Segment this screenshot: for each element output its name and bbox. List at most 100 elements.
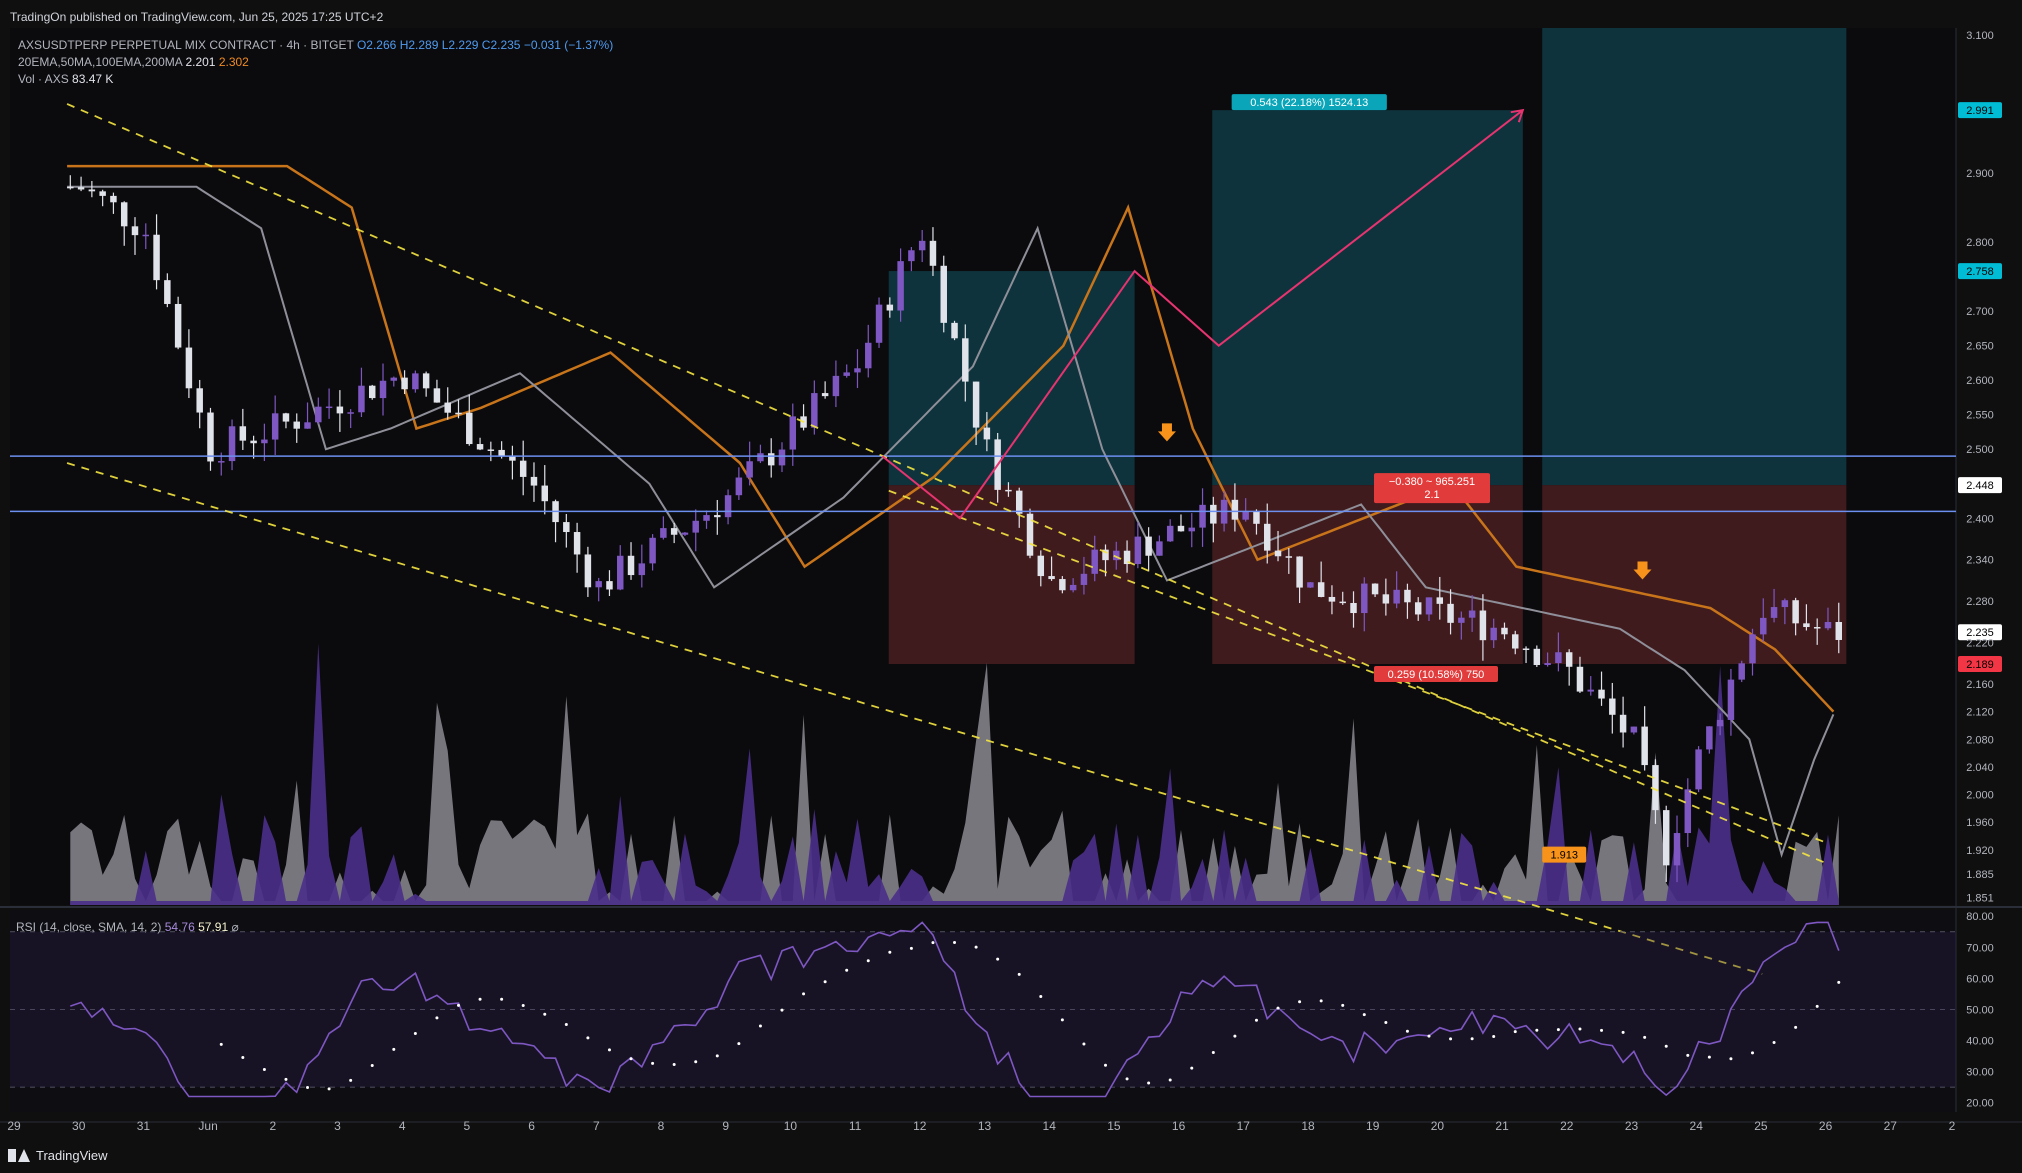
candle-body	[1328, 596, 1336, 602]
candle-body	[681, 532, 689, 535]
price-badge-text: 2.189	[1966, 659, 1994, 671]
rsi-ma-dot	[1341, 1003, 1345, 1007]
candle-body	[1005, 489, 1012, 492]
price-badge-text: 2.448	[1966, 480, 1994, 492]
rsi-ma-dot	[1707, 1055, 1711, 1059]
rsi-ma-dot	[1513, 1030, 1517, 1034]
candle-body	[1781, 600, 1789, 608]
time-tick-label: 26	[1819, 1119, 1833, 1133]
price-tick-label: 2.080	[1966, 734, 1994, 746]
candle-body	[1522, 648, 1530, 651]
candle-body	[1803, 623, 1810, 628]
candle-body	[282, 413, 290, 422]
volume-value: 83.47 K	[72, 72, 114, 86]
time-tick-label: 19	[1366, 1119, 1380, 1133]
rsi-ma-dot	[1405, 1029, 1409, 1033]
price-tick-label: 2.000	[1966, 790, 1994, 802]
candle-body	[843, 372, 850, 376]
candle-body	[1544, 663, 1551, 666]
price-tick-label: 2.500	[1966, 444, 1994, 456]
time-tick-label: 27	[1884, 1119, 1898, 1133]
candle-body	[1188, 527, 1195, 532]
rsi-ma-dot	[931, 941, 935, 945]
candle-body	[918, 240, 926, 251]
candle-body	[390, 377, 398, 381]
rsi-ma-dot	[909, 946, 913, 950]
price-tick-label: 1.960	[1966, 817, 1994, 829]
rsi-ma-dot	[1794, 1025, 1798, 1029]
ohlc-change: −0.031 (−1.37%)	[523, 38, 614, 52]
rsi-ma-dot	[500, 997, 504, 1001]
candle-body	[1231, 499, 1239, 520]
candle-body	[563, 522, 570, 533]
candle-body	[466, 412, 473, 445]
candle-body	[444, 402, 451, 413]
ema-label: 20EMA,50MA,100EMA,200MA	[18, 55, 183, 69]
tradingview-footer[interactable]: TradingView	[8, 1148, 108, 1163]
rsi-ma-dot	[564, 1023, 568, 1027]
candle-body	[606, 581, 613, 590]
candle-body	[627, 555, 635, 576]
rsi-ma-dot	[1125, 1077, 1129, 1081]
rsi-legend: RSI (14, close, SMA, 14, 2) 54.76 57.91 …	[16, 920, 239, 934]
candle-body	[88, 189, 96, 192]
candle-body	[131, 226, 139, 236]
candle-body	[67, 186, 74, 189]
candle-body	[1166, 525, 1174, 542]
rsi-tick-label: 20.00	[1966, 1098, 1994, 1110]
candle-body	[778, 449, 786, 466]
chart-canvas[interactable]: 0.543 (22.18%) 1524.13−0.380 ~ 965.2512.…	[0, 0, 2022, 1173]
publish-line: TradingOn published on TradingView.com, …	[10, 10, 384, 24]
price-tick-label: 2.040	[1966, 762, 1994, 774]
time-tick-label: 16	[1172, 1119, 1186, 1133]
rsi-tick-label: 60.00	[1966, 973, 1994, 985]
candle-body	[1393, 589, 1400, 604]
rsi-ma-dot	[629, 1057, 633, 1061]
rsi-ma-dot	[1664, 1044, 1668, 1048]
time-tick-label: 6	[528, 1119, 535, 1133]
rsi-label: RSI (14, close, SMA, 14, 2)	[16, 920, 162, 934]
rsi-ma-dot	[780, 1008, 784, 1012]
candle-body	[1285, 556, 1293, 558]
price-tick-label: 2.340	[1966, 555, 1994, 567]
candle-body	[1684, 789, 1692, 834]
candle-body	[746, 461, 753, 478]
rsi-ma-dot	[1017, 972, 1021, 976]
low-label: 1.913	[1542, 846, 1587, 863]
candle-body	[670, 528, 678, 535]
candle-body	[379, 380, 387, 399]
rsi-ma-dot	[1492, 1034, 1496, 1038]
candle-body	[692, 520, 699, 533]
candle-body	[1609, 698, 1616, 715]
price-tick-label: 2.220	[1966, 638, 1994, 650]
rsi-ma-dot	[974, 945, 978, 949]
rsi-pane: 80.00 70.00 60.00 50.00 40.00 30.00 20.00	[10, 911, 1994, 1110]
candle-body	[1533, 648, 1541, 666]
time-tick-label: 21	[1495, 1119, 1509, 1133]
candle-body	[972, 381, 980, 428]
candle-body	[1792, 600, 1799, 624]
candle-body	[304, 422, 311, 429]
price-tick-label: 2.160	[1966, 679, 1994, 691]
candle-body	[897, 261, 904, 311]
symbol-legend: AXSUSDTPERP PERPETUAL MIX CONTRACT · 4h …	[18, 38, 613, 52]
candle-body	[422, 373, 430, 389]
candle-body	[1307, 582, 1314, 588]
candle-body	[1716, 719, 1724, 727]
stop-label: −0.380 ~ 965.2512.1	[1374, 473, 1490, 504]
candle-body	[1037, 555, 1045, 577]
candle-body	[1749, 634, 1756, 664]
candle-body	[530, 476, 538, 486]
rsi-ma-dot	[1556, 1028, 1560, 1032]
rsi-ma-dot	[1837, 980, 1841, 984]
footer-text: TradingView	[36, 1148, 108, 1163]
rsi-band-fill	[10, 931, 1956, 1088]
candle-body	[164, 280, 171, 304]
rsi-ma-dot	[1621, 1030, 1625, 1034]
candle-body	[1555, 652, 1562, 664]
candle-body	[1587, 689, 1594, 692]
candle-body	[1641, 726, 1648, 766]
volume-legend: Vol · AXS 83.47 K	[18, 72, 113, 86]
candle-body	[1565, 652, 1573, 667]
candle-body	[1598, 689, 1605, 699]
